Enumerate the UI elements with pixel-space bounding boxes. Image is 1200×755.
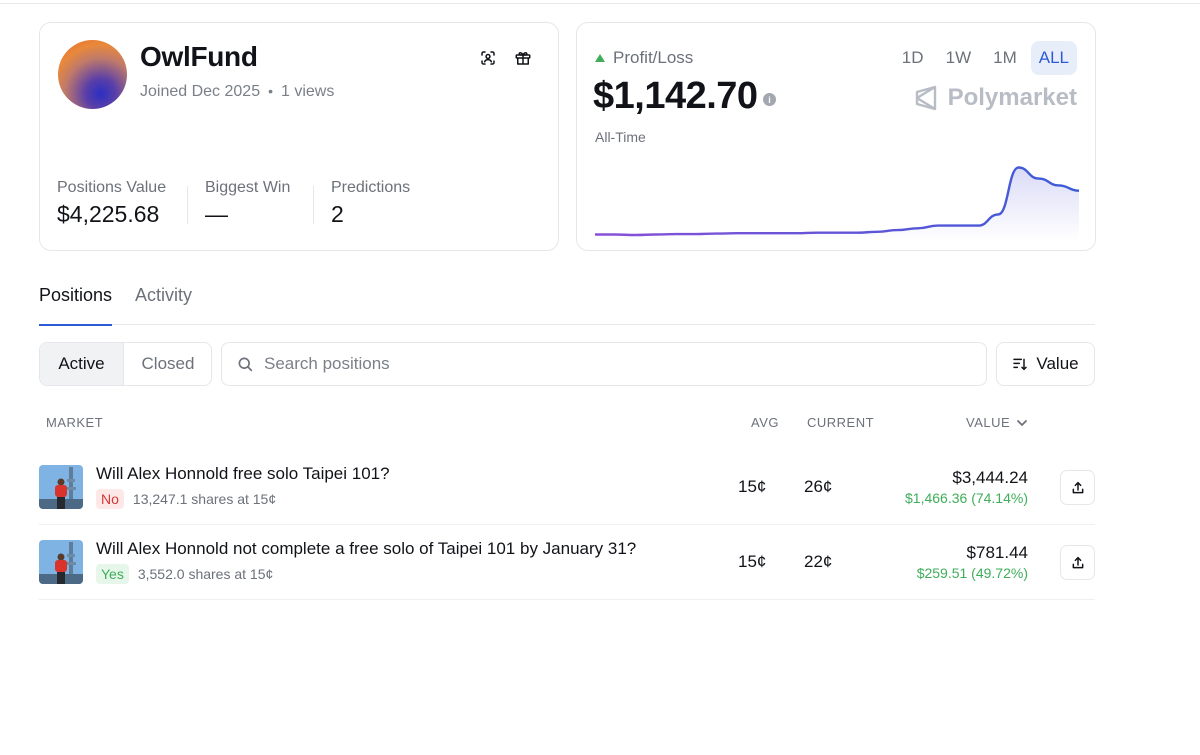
trend-up-icon — [595, 54, 605, 62]
position-details: Yes 3,552.0 shares at 15¢ — [96, 564, 273, 584]
profile-tabs: Positions Activity — [39, 285, 1095, 326]
avg-price: 15¢ — [738, 552, 767, 571]
profile-username: OwlFund — [140, 41, 258, 72]
scan-profile-icon[interactable] — [477, 47, 499, 69]
stat-divider — [313, 186, 314, 224]
tab-positions[interactable]: Positions — [39, 285, 113, 326]
info-icon[interactable]: i — [763, 93, 776, 106]
position-details: No 13,247.1 shares at 15¢ — [96, 489, 276, 509]
search-bar — [221, 342, 987, 386]
shares-info: 13,247.1 shares at 15¢ — [132, 491, 277, 507]
header-market: MARKET — [46, 415, 104, 430]
position-pnl: $259.51 (49.72%) — [916, 565, 1028, 581]
pnl-label-row: Profit/Loss — [595, 48, 693, 68]
tab-activity[interactable]: Activity — [135, 285, 192, 325]
stat-label: Positions Value — [57, 179, 167, 196]
outcome-badge: Yes — [96, 564, 129, 584]
stat-label: Predictions — [331, 179, 411, 196]
table-row[interactable]: Will Alex Honnold free solo Taipei 101? … — [39, 450, 1095, 525]
header-avg: AVG — [751, 415, 779, 430]
share-button[interactable] — [1060, 470, 1095, 505]
share-icon — [1072, 481, 1083, 493]
active-filter-button[interactable]: Active — [40, 343, 124, 385]
polymarket-logo-icon — [915, 85, 936, 111]
pnl-chart — [595, 166, 1079, 241]
range-1m-button[interactable]: 1M — [985, 41, 1025, 75]
status-toggle: Active Closed — [39, 342, 212, 386]
search-icon — [238, 357, 253, 372]
time-range-selector: 1D 1W 1M ALL — [894, 41, 1077, 75]
avatar — [58, 40, 127, 109]
stat-positions-value: Positions Value $4,225.68 — [57, 179, 166, 228]
view-count: 1 views — [281, 83, 335, 100]
header-value: VALUE — [966, 415, 1011, 430]
stat-value: $4,225.68 — [57, 201, 160, 227]
share-icon — [1072, 556, 1083, 568]
range-1d-button[interactable]: 1D — [894, 41, 932, 75]
position-pnl: $1,466.36 (74.14%) — [905, 490, 1028, 506]
gift-icon[interactable] — [512, 47, 534, 69]
header-value-sort[interactable]: VALUE — [966, 415, 1028, 430]
profit-loss-card: Profit/Loss $1,142.70 i All-Time 1D 1W 1… — [576, 22, 1096, 251]
avg-price: 15¢ — [738, 477, 767, 496]
stat-divider — [187, 186, 188, 224]
range-all-button[interactable]: ALL — [1030, 41, 1077, 75]
current-price: 26¢ — [804, 477, 833, 496]
profile-card: OwlFund Joined Dec 2025 • 1 views Position… — [39, 22, 559, 251]
pnl-value: $1,142.70 — [593, 75, 758, 117]
range-1w-button[interactable]: 1W — [938, 41, 980, 75]
position-value: $3,444.24 — [952, 468, 1028, 487]
shares-info: 3,552.0 shares at 15¢ — [137, 566, 274, 582]
market-question[interactable]: Will Alex Honnold not complete a free so… — [96, 539, 636, 559]
share-button[interactable] — [1060, 545, 1095, 580]
stat-value: — — [205, 201, 228, 227]
position-value: $781.44 — [966, 543, 1028, 562]
profile-meta: Joined Dec 2025 • 1 views — [140, 83, 334, 101]
stat-label: Biggest Win — [205, 179, 291, 196]
market-thumbnail — [39, 540, 83, 584]
stat-value: 2 — [331, 201, 344, 227]
search-input[interactable] — [264, 354, 964, 374]
table-row[interactable]: Will Alex Honnold not complete a free so… — [39, 525, 1095, 600]
sort-button[interactable]: Value — [996, 342, 1095, 386]
header-current: CURRENT — [807, 415, 875, 430]
joined-date: Joined Dec 2025 — [140, 83, 261, 100]
pnl-label: Profit/Loss — [613, 48, 694, 67]
separator-dot: • — [268, 83, 273, 99]
top-divider — [0, 3, 1200, 4]
closed-filter-button[interactable]: Closed — [124, 343, 211, 385]
polymarket-brand: Polymarket — [914, 84, 1077, 112]
sort-icon — [1013, 358, 1028, 371]
brand-name: Polymarket — [947, 84, 1077, 111]
outcome-badge: No — [96, 489, 124, 509]
chevron-down-icon — [1017, 419, 1028, 426]
stat-predictions: Predictions 2 — [331, 179, 410, 228]
current-price: 22¢ — [804, 552, 833, 571]
pnl-period-label: All-Time — [595, 129, 646, 145]
market-question[interactable]: Will Alex Honnold free solo Taipei 101? — [96, 464, 390, 484]
sort-label: Value — [1036, 354, 1079, 373]
market-thumbnail — [39, 465, 83, 509]
stat-biggest-win: Biggest Win — — [205, 179, 290, 228]
